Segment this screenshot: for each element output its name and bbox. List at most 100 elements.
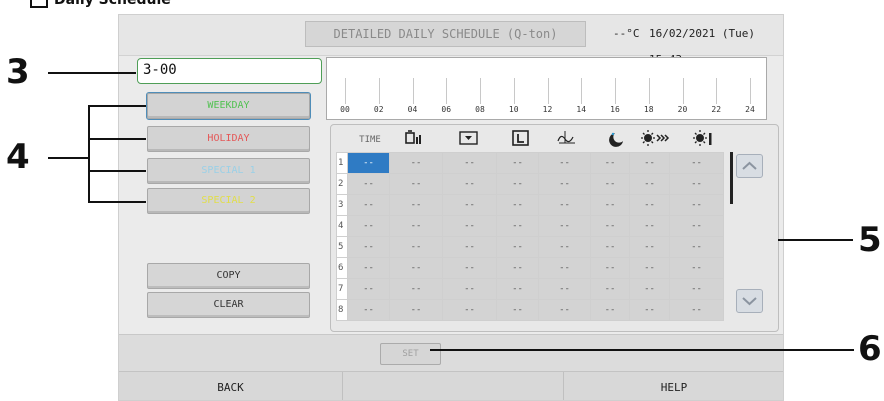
- scroll-down-button[interactable]: [736, 289, 763, 313]
- setting-cell[interactable]: --: [442, 215, 497, 237]
- setting-cell[interactable]: --: [590, 215, 630, 237]
- setting-cell[interactable]: --: [496, 236, 539, 258]
- schedule-row[interactable]: 2 -- -- -- -- -- -- -- --: [336, 173, 724, 195]
- schedule-row[interactable]: 8 -- -- -- -- -- -- -- --: [336, 299, 724, 321]
- setting-cell[interactable]: --: [389, 299, 443, 321]
- time-cell[interactable]: --: [347, 236, 390, 258]
- setting-cell[interactable]: --: [538, 257, 591, 279]
- setting-cell[interactable]: --: [442, 299, 497, 321]
- row-number: 5: [336, 236, 348, 258]
- setting-cell[interactable]: --: [669, 152, 724, 174]
- schedule-row[interactable]: 3 -- -- -- -- -- -- -- --: [336, 194, 724, 216]
- heading-box-icon: [30, 0, 48, 8]
- timeline-hour-label: 18: [643, 105, 654, 114]
- setting-cell[interactable]: --: [496, 215, 539, 237]
- setting-cell[interactable]: --: [590, 194, 630, 216]
- setting-cell[interactable]: --: [629, 173, 670, 195]
- setting-cell[interactable]: --: [496, 278, 539, 300]
- time-cell[interactable]: --: [347, 278, 390, 300]
- setting-cell[interactable]: --: [538, 194, 591, 216]
- setting-cell[interactable]: --: [629, 236, 670, 258]
- time-cell[interactable]: --: [347, 173, 390, 195]
- timeline-hour-label: 12: [542, 105, 553, 114]
- setting-cell[interactable]: --: [590, 278, 630, 300]
- setting-cell[interactable]: --: [442, 236, 497, 258]
- group-name-field[interactable]: 3-00: [137, 58, 322, 84]
- setting-cell[interactable]: --: [442, 173, 497, 195]
- setting-cell[interactable]: --: [669, 278, 724, 300]
- table-scrollbar[interactable]: [730, 152, 733, 204]
- timeline-tick: [513, 78, 515, 104]
- setting-cell[interactable]: --: [389, 236, 443, 258]
- setting-cell[interactable]: --: [590, 173, 630, 195]
- time-cell[interactable]: --: [347, 215, 390, 237]
- setting-cell[interactable]: --: [389, 257, 443, 279]
- setting-cell[interactable]: --: [669, 194, 724, 216]
- setting-cell[interactable]: --: [389, 215, 443, 237]
- setting-cell[interactable]: --: [389, 173, 443, 195]
- setting-cell[interactable]: --: [496, 257, 539, 279]
- help-button[interactable]: HELP: [563, 372, 783, 400]
- nav-middle-button[interactable]: [342, 372, 564, 400]
- setting-cell[interactable]: --: [629, 194, 670, 216]
- schedule-row[interactable]: 6 -- -- -- -- -- -- -- --: [336, 257, 724, 279]
- callout-5: 5: [858, 220, 882, 260]
- special-1-button[interactable]: SPECIAL 1: [147, 158, 310, 184]
- timeline-hour-label: 10: [508, 105, 519, 114]
- mode-icon: [405, 130, 421, 144]
- schedule-row[interactable]: 7 -- -- -- -- -- -- -- --: [336, 278, 724, 300]
- schedule-row[interactable]: 4 -- -- -- -- -- -- -- --: [336, 215, 724, 237]
- setting-cell[interactable]: --: [590, 152, 630, 174]
- scroll-up-button[interactable]: [736, 154, 763, 178]
- setting-cell[interactable]: --: [442, 194, 497, 216]
- setting-cell[interactable]: --: [629, 257, 670, 279]
- time-cell[interactable]: --: [347, 299, 390, 321]
- setting-cell[interactable]: --: [590, 236, 630, 258]
- setting-cell[interactable]: --: [442, 257, 497, 279]
- setting-cell[interactable]: --: [538, 299, 591, 321]
- setting-cell[interactable]: --: [629, 215, 670, 237]
- setting-cell[interactable]: --: [496, 299, 539, 321]
- setting-cell[interactable]: --: [389, 194, 443, 216]
- setting-cell[interactable]: --: [590, 257, 630, 279]
- time-cell[interactable]: --: [347, 152, 390, 174]
- setting-cell[interactable]: --: [669, 215, 724, 237]
- weekday-button[interactable]: WEEKDAY: [146, 92, 311, 120]
- setting-cell[interactable]: --: [538, 236, 591, 258]
- date-time-readout: 16/02/2021 (Tue) 15:43: [649, 27, 755, 66]
- schedule-timeline: 00 02 04 06 08 10 12 14 16 18 20 22 24: [326, 57, 767, 120]
- set-button[interactable]: SET: [380, 343, 441, 365]
- special-2-button[interactable]: SPECIAL 2: [147, 188, 310, 214]
- setting-cell[interactable]: --: [590, 299, 630, 321]
- setting-cell[interactable]: --: [389, 278, 443, 300]
- time-cell[interactable]: --: [347, 194, 390, 216]
- setting-cell[interactable]: --: [538, 278, 591, 300]
- setting-cell[interactable]: --: [389, 152, 443, 174]
- copy-button[interactable]: COPY: [147, 263, 310, 289]
- setting-cell[interactable]: --: [496, 173, 539, 195]
- setting-cell[interactable]: --: [496, 152, 539, 174]
- setting-cell[interactable]: --: [538, 152, 591, 174]
- setting-cell[interactable]: --: [629, 278, 670, 300]
- setting-cell[interactable]: --: [538, 173, 591, 195]
- callout-3-leader: [48, 72, 136, 74]
- setting-cell[interactable]: --: [496, 194, 539, 216]
- holiday-button[interactable]: HOLIDAY: [147, 126, 310, 152]
- setting-cell[interactable]: --: [629, 299, 670, 321]
- setting-cell[interactable]: --: [669, 299, 724, 321]
- setting-cell[interactable]: --: [669, 173, 724, 195]
- schedule-row[interactable]: 5 -- -- -- -- -- -- -- --: [336, 236, 724, 258]
- setting-cell[interactable]: --: [629, 152, 670, 174]
- row-number: 8: [336, 299, 348, 321]
- schedule-row[interactable]: 1 -- -- -- -- -- -- -- --: [336, 152, 724, 174]
- timeline-tick: [378, 78, 380, 104]
- setting-cell[interactable]: --: [442, 152, 497, 174]
- back-button[interactable]: BACK: [119, 372, 343, 400]
- setting-cell[interactable]: --: [669, 257, 724, 279]
- setting-cell[interactable]: --: [538, 215, 591, 237]
- row-number: 6: [336, 257, 348, 279]
- setting-cell[interactable]: --: [442, 278, 497, 300]
- clear-button[interactable]: CLEAR: [147, 292, 310, 318]
- time-cell[interactable]: --: [347, 257, 390, 279]
- setting-cell[interactable]: --: [669, 236, 724, 258]
